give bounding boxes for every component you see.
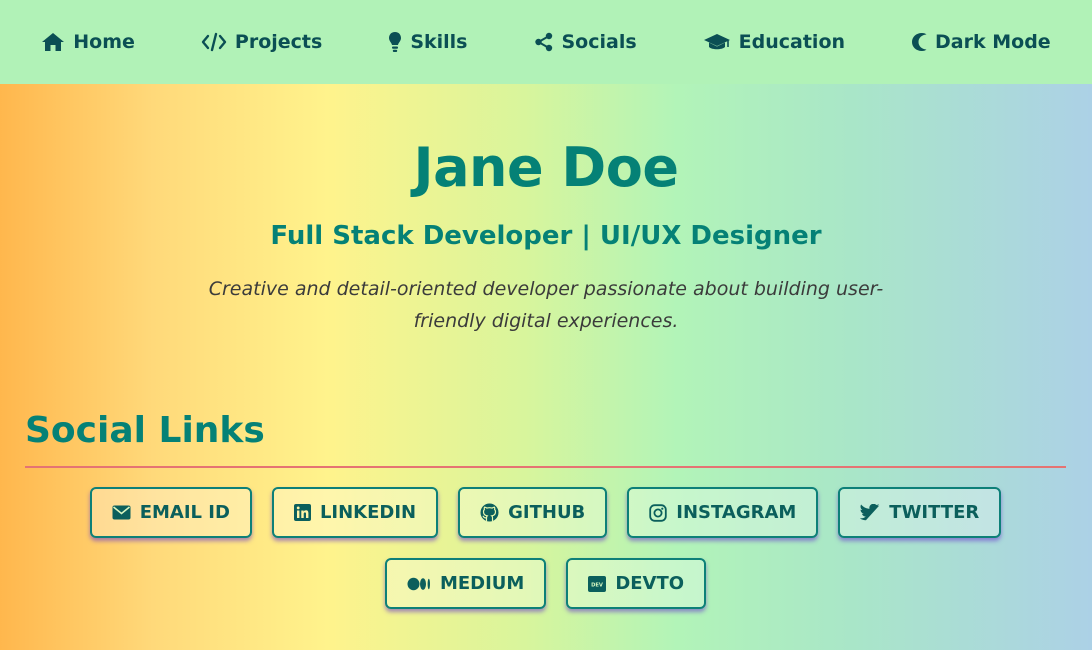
envelope-icon: [112, 505, 131, 520]
top-navbar: Home Projects Skills Socials Education D…: [0, 0, 1092, 84]
nav-item-socials[interactable]: Socials: [534, 31, 637, 53]
social-button-label: LINKEDIN: [319, 502, 417, 523]
medium-button[interactable]: MEDIUM: [384, 558, 547, 609]
devto-icon: DEV: [588, 575, 607, 592]
share-icon: [534, 32, 552, 52]
nav-item-label: Education: [738, 31, 846, 53]
svg-text:DEV: DEV: [591, 582, 603, 588]
social-button-label: DEVTO: [615, 573, 685, 594]
social-links-heading: Social Links: [25, 410, 265, 451]
instagram-button[interactable]: INSTAGRAM: [627, 487, 819, 538]
social-button-label: MEDIUM: [439, 573, 525, 594]
code-icon: [201, 32, 227, 52]
nav-item-skills[interactable]: Skills: [388, 31, 468, 53]
hero-title: Full Stack Developer | UI/UX Designer: [270, 221, 822, 251]
lightbulb-icon: [389, 32, 402, 52]
nav-item-dark-mode[interactable]: Dark Mode: [911, 31, 1051, 53]
medium-icon: [407, 577, 430, 590]
social-button-label: GITHUB: [508, 502, 586, 523]
graduation-cap-icon: [703, 34, 730, 50]
social-button-label: TWITTER: [889, 502, 980, 523]
nav-item-label: Dark Mode: [935, 31, 1051, 53]
linkedin-button[interactable]: LINKEDIN: [271, 487, 439, 538]
twitter-button[interactable]: TWITTER: [838, 487, 1002, 538]
hero-name: Jane Doe: [413, 136, 679, 199]
moon-icon: [912, 33, 927, 51]
email-button[interactable]: EMAIL ID: [89, 487, 252, 538]
github-icon: [480, 503, 499, 522]
home-icon: [42, 33, 65, 51]
nav-item-projects[interactable]: Projects: [201, 31, 322, 53]
hero-section: Jane Doe Full Stack Developer | UI/UX De…: [0, 84, 1092, 337]
nav-item-home[interactable]: Home: [41, 31, 135, 53]
nav-item-label: Skills: [410, 31, 468, 53]
nav-item-label: Home: [73, 31, 135, 53]
twitter-icon: [860, 504, 880, 521]
github-button[interactable]: GITHUB: [458, 487, 608, 538]
social-button-label: EMAIL ID: [139, 502, 230, 523]
hero-description: Creative and detail-oriented developer p…: [208, 278, 884, 332]
social-button-label: INSTAGRAM: [676, 502, 797, 523]
linkedin-icon: [293, 504, 311, 521]
nav-item-label: Projects: [234, 31, 323, 53]
nav-item-education[interactable]: Education: [703, 31, 845, 53]
social-links-list: EMAIL ID LINKEDIN GITHUB INSTAGRAM TWITT…: [25, 487, 1066, 609]
section-divider: [25, 466, 1066, 468]
instagram-icon: [649, 503, 667, 522]
nav-item-label: Socials: [561, 31, 637, 53]
devto-button[interactable]: DEV DEVTO: [566, 558, 707, 609]
